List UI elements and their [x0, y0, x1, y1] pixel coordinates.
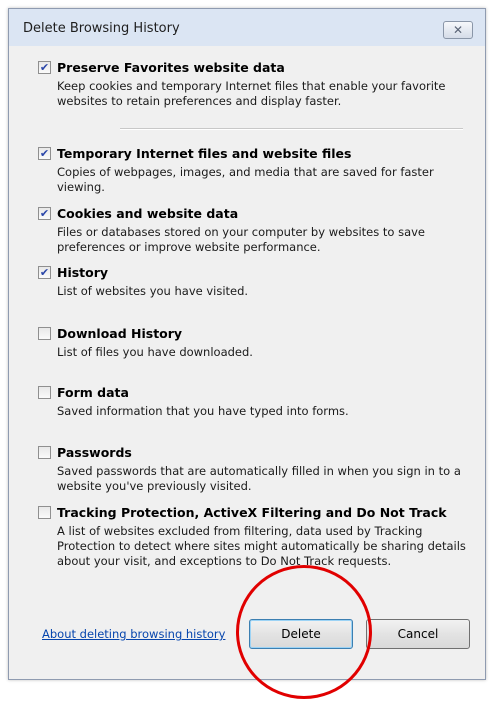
dialog-title: Delete Browsing History — [23, 21, 180, 36]
passwords-label[interactable]: Passwords — [57, 445, 132, 460]
history-description: List of websites you have visited. — [57, 284, 249, 298]
option-history: ✔ History List of websites you have visi… — [38, 265, 468, 299]
form-data-checkbox[interactable] — [38, 386, 51, 399]
passwords-description: Saved passwords that are automatically f… — [57, 464, 461, 493]
cookies-label[interactable]: Cookies and website data — [57, 206, 238, 221]
cookies-description: Files or databases stored on your comput… — [57, 225, 426, 254]
separator — [120, 128, 463, 130]
history-checkbox[interactable]: ✔ — [38, 266, 51, 279]
option-preserve-favorites: ✔ Preserve Favorites website data Keep c… — [38, 60, 468, 109]
option-download-history: Download History List of files you have … — [38, 326, 468, 360]
option-cookies: ✔ Cookies and website data Files or data… — [38, 206, 468, 255]
title-bar: Delete Browsing History ✕ — [9, 9, 485, 46]
download-history-description: List of files you have downloaded. — [57, 345, 253, 359]
option-tracking-protection: Tracking Protection, ActiveX Filtering a… — [38, 505, 468, 569]
temporary-files-description: Copies of webpages, images, and media th… — [57, 165, 434, 194]
tracking-protection-description: A list of websites excluded from filteri… — [57, 524, 466, 568]
preserve-favorites-label[interactable]: Preserve Favorites website data — [57, 60, 285, 75]
download-history-checkbox[interactable] — [38, 327, 51, 340]
option-passwords: Passwords Saved passwords that are autom… — [38, 445, 468, 494]
option-temporary-files: ✔ Temporary Internet files and website f… — [38, 146, 468, 195]
temporary-files-label[interactable]: Temporary Internet files and website fil… — [57, 146, 351, 161]
close-button[interactable]: ✕ — [443, 21, 473, 39]
cancel-button[interactable]: Cancel — [366, 619, 470, 649]
tracking-protection-label[interactable]: Tracking Protection, ActiveX Filtering a… — [57, 505, 447, 520]
temporary-files-checkbox[interactable]: ✔ — [38, 147, 51, 160]
tracking-protection-checkbox[interactable] — [38, 506, 51, 519]
form-data-label[interactable]: Form data — [57, 385, 129, 400]
cookies-checkbox[interactable]: ✔ — [38, 207, 51, 220]
history-label[interactable]: History — [57, 265, 108, 280]
option-form-data: Form data Saved information that you hav… — [38, 385, 468, 419]
download-history-label[interactable]: Download History — [57, 326, 182, 341]
about-deleting-history-link[interactable]: About deleting browsing history — [42, 627, 225, 641]
form-data-description: Saved information that you have typed in… — [57, 404, 349, 418]
preserve-favorites-description: Keep cookies and temporary Internet file… — [57, 79, 446, 108]
delete-button[interactable]: Delete — [249, 619, 353, 649]
passwords-checkbox[interactable] — [38, 446, 51, 459]
preserve-favorites-checkbox[interactable]: ✔ — [38, 61, 51, 74]
